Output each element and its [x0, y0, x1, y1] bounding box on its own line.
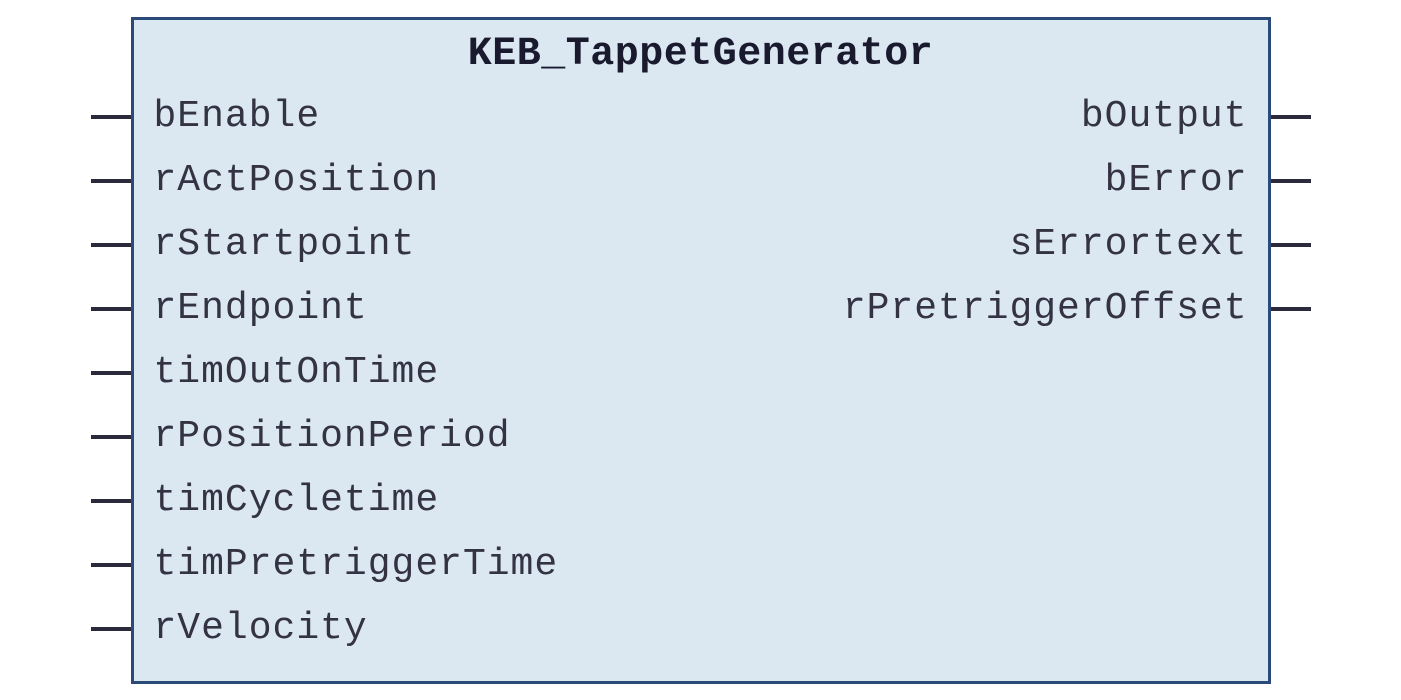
input-port: timCycletime — [134, 469, 440, 533]
output-port: rPretriggerOffset — [843, 277, 1268, 341]
output-label: bOutput — [1081, 85, 1248, 149]
input-pin — [91, 243, 131, 247]
input-port: rPositionPeriod — [134, 405, 511, 469]
output-label: bError — [1105, 149, 1248, 213]
output-pin — [1271, 179, 1311, 183]
function-block-box: KEB_TappetGenerator bEnable rActPosition… — [131, 17, 1271, 684]
function-block-title: KEB_TappetGenerator — [134, 20, 1268, 85]
input-port: timOutOnTime — [134, 341, 440, 405]
input-pin — [91, 115, 131, 119]
input-pin — [91, 307, 131, 311]
output-port: bOutput — [1081, 85, 1268, 149]
outputs-column: bOutput bError sErrortext rPretriggerOff… — [843, 85, 1268, 661]
inputs-column: bEnable rActPosition rStartpoint rEndpoi… — [134, 85, 559, 661]
input-port: timPretriggerTime — [134, 533, 559, 597]
input-label: bEnable — [154, 85, 321, 149]
input-pin — [91, 563, 131, 567]
input-label: rEndpoint — [154, 277, 368, 341]
input-pin — [91, 435, 131, 439]
input-pin — [91, 371, 131, 375]
input-label: rStartpoint — [154, 213, 416, 277]
input-port: rVelocity — [134, 597, 368, 661]
output-pin — [1271, 307, 1311, 311]
input-label: timCycletime — [154, 469, 440, 533]
output-pin — [1271, 115, 1311, 119]
output-pin — [1271, 243, 1311, 247]
input-label: rActPosition — [154, 149, 440, 213]
output-label: sErrortext — [1009, 213, 1247, 277]
input-pin — [91, 499, 131, 503]
output-label: rPretriggerOffset — [843, 277, 1248, 341]
input-port: rStartpoint — [134, 213, 416, 277]
function-block-diagram: KEB_TappetGenerator bEnable rActPosition… — [91, 17, 1311, 684]
input-port: bEnable — [134, 85, 321, 149]
function-block-body: bEnable rActPosition rStartpoint rEndpoi… — [134, 85, 1268, 681]
input-port: rActPosition — [134, 149, 440, 213]
input-pin — [91, 179, 131, 183]
output-port: bError — [1105, 149, 1268, 213]
output-port: sErrortext — [1009, 213, 1267, 277]
input-label: timOutOnTime — [154, 341, 440, 405]
input-port: rEndpoint — [134, 277, 368, 341]
input-label: timPretriggerTime — [154, 533, 559, 597]
input-pin — [91, 627, 131, 631]
input-label: rPositionPeriod — [154, 405, 511, 469]
input-label: rVelocity — [154, 597, 368, 661]
